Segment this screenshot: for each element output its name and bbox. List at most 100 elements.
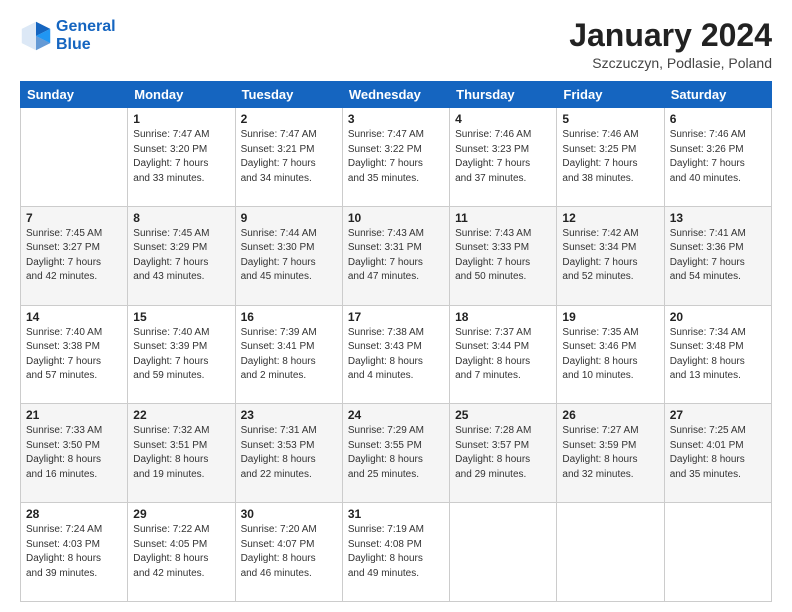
day-number: 29 <box>133 507 229 521</box>
calendar-cell: 20 Sunrise: 7:34 AM Sunset: 3:48 PM Dayli… <box>664 305 771 404</box>
day-number: 9 <box>241 211 337 225</box>
day-number: 19 <box>562 310 658 324</box>
week-row-4: 28Sunrise: 7:24 AM Sunset: 4:03 PM Dayli… <box>21 503 772 602</box>
calendar-cell: 7Sunrise: 7:45 AM Sunset: 3:27 PM Daylig… <box>21 206 128 305</box>
day-info: Sunrise: 7:43 AM Sunset: 3:33 PM Dayligh… <box>455 227 551 285</box>
calendar-cell: 3 Sunrise: 7:47 AM Sunset: 3:22 PM Daylig… <box>342 108 449 207</box>
day-info: Sunrise: 7:40 AM Sunset: 3:39 PM Dayligh… <box>133 326 229 384</box>
day-number: 25 <box>455 408 551 422</box>
week-row-3: 21 Sunrise: 7:33 AM Sunset: 3:50 PM Dayli… <box>21 404 772 503</box>
calendar-cell: 27Sunrise: 7:25 AM Sunset: 4:01 PM Dayli… <box>664 404 771 503</box>
day-info: Sunrise: 7:19 AM Sunset: 4:08 PM Dayligh… <box>348 523 444 581</box>
day-info: Sunrise: 7:43 AM Sunset: 3:31 PM Dayligh… <box>348 227 444 285</box>
week-row-2: 14Sunrise: 7:40 AM Sunset: 3:38 PM Dayli… <box>21 305 772 404</box>
day-info: Sunrise: 7:31 AM Sunset: 3:53 PM Dayligh… <box>241 424 337 482</box>
calendar-cell: 28Sunrise: 7:24 AM Sunset: 4:03 PM Dayli… <box>21 503 128 602</box>
calendar-cell: 9 Sunrise: 7:44 AM Sunset: 3:30 PM Daylig… <box>235 206 342 305</box>
day-number: 30 <box>241 507 337 521</box>
title-area: January 2024 Szczuczyn, Podlasie, Poland <box>569 18 772 71</box>
day-number: 13 <box>670 211 766 225</box>
calendar-cell: 10 Sunrise: 7:43 AM Sunset: 3:31 PM Dayli… <box>342 206 449 305</box>
day-info: Sunrise: 7:25 AM Sunset: 4:01 PM Dayligh… <box>670 424 766 482</box>
weekday-header-row: SundayMondayTuesdayWednesdayThursdayFrid… <box>21 82 772 108</box>
day-info: Sunrise: 7:45 AM Sunset: 3:29 PM Dayligh… <box>133 227 229 285</box>
day-info: Sunrise: 7:46 AM Sunset: 3:23 PM Dayligh… <box>455 128 551 186</box>
calendar-cell: 14Sunrise: 7:40 AM Sunset: 3:38 PM Dayli… <box>21 305 128 404</box>
calendar-cell: 23Sunrise: 7:31 AM Sunset: 3:53 PM Dayli… <box>235 404 342 503</box>
day-info: Sunrise: 7:40 AM Sunset: 3:38 PM Dayligh… <box>26 326 122 384</box>
week-row-1: 7Sunrise: 7:45 AM Sunset: 3:27 PM Daylig… <box>21 206 772 305</box>
calendar-cell <box>557 503 664 602</box>
weekday-header-sunday: Sunday <box>21 82 128 108</box>
day-info: Sunrise: 7:46 AM Sunset: 3:25 PM Dayligh… <box>562 128 658 186</box>
day-number: 26 <box>562 408 658 422</box>
calendar-cell: 25 Sunrise: 7:28 AM Sunset: 3:57 PM Dayli… <box>450 404 557 503</box>
calendar-cell: 18 Sunrise: 7:37 AM Sunset: 3:44 PM Dayli… <box>450 305 557 404</box>
day-number: 20 <box>670 310 766 324</box>
calendar-cell <box>21 108 128 207</box>
day-info: Sunrise: 7:41 AM Sunset: 3:36 PM Dayligh… <box>670 227 766 285</box>
calendar-title: January 2024 <box>569 18 772 53</box>
day-info: Sunrise: 7:22 AM Sunset: 4:05 PM Dayligh… <box>133 523 229 581</box>
calendar-table: SundayMondayTuesdayWednesdayThursdayFrid… <box>20 81 772 602</box>
day-number: 17 <box>348 310 444 324</box>
day-info: Sunrise: 7:32 AM Sunset: 3:51 PM Dayligh… <box>133 424 229 482</box>
day-number: 22 <box>133 408 229 422</box>
calendar-cell: 12 Sunrise: 7:42 AM Sunset: 3:34 PM Dayli… <box>557 206 664 305</box>
day-info: Sunrise: 7:27 AM Sunset: 3:59 PM Dayligh… <box>562 424 658 482</box>
day-number: 4 <box>455 112 551 126</box>
calendar-cell: 2 Sunrise: 7:47 AM Sunset: 3:21 PM Daylig… <box>235 108 342 207</box>
day-number: 11 <box>455 211 551 225</box>
header: General Blue January 2024 Szczuczyn, Pod… <box>20 18 772 71</box>
day-number: 31 <box>348 507 444 521</box>
calendar-cell: 26 Sunrise: 7:27 AM Sunset: 3:59 PM Dayli… <box>557 404 664 503</box>
day-number: 7 <box>26 211 122 225</box>
day-info: Sunrise: 7:46 AM Sunset: 3:26 PM Dayligh… <box>670 128 766 186</box>
day-number: 6 <box>670 112 766 126</box>
day-info: Sunrise: 7:47 AM Sunset: 3:20 PM Dayligh… <box>133 128 229 186</box>
calendar-cell: 19 Sunrise: 7:35 AM Sunset: 3:46 PM Dayli… <box>557 305 664 404</box>
calendar-cell: 5 Sunrise: 7:46 AM Sunset: 3:25 PM Daylig… <box>557 108 664 207</box>
day-info: Sunrise: 7:47 AM Sunset: 3:22 PM Dayligh… <box>348 128 444 186</box>
calendar-cell: 13 Sunrise: 7:41 AM Sunset: 3:36 PM Dayli… <box>664 206 771 305</box>
day-info: Sunrise: 7:33 AM Sunset: 3:50 PM Dayligh… <box>26 424 122 482</box>
day-info: Sunrise: 7:35 AM Sunset: 3:46 PM Dayligh… <box>562 326 658 384</box>
weekday-header-thursday: Thursday <box>450 82 557 108</box>
day-info: Sunrise: 7:29 AM Sunset: 3:55 PM Dayligh… <box>348 424 444 482</box>
calendar-cell <box>450 503 557 602</box>
day-number: 10 <box>348 211 444 225</box>
day-info: Sunrise: 7:44 AM Sunset: 3:30 PM Dayligh… <box>241 227 337 285</box>
day-info: Sunrise: 7:47 AM Sunset: 3:21 PM Dayligh… <box>241 128 337 186</box>
calendar-cell: 15 Sunrise: 7:40 AM Sunset: 3:39 PM Dayli… <box>128 305 235 404</box>
day-number: 2 <box>241 112 337 126</box>
logo-text: General Blue <box>56 18 116 54</box>
day-number: 8 <box>133 211 229 225</box>
logo: General Blue <box>20 18 116 54</box>
day-info: Sunrise: 7:42 AM Sunset: 3:34 PM Dayligh… <box>562 227 658 285</box>
day-number: 21 <box>26 408 122 422</box>
weekday-header-monday: Monday <box>128 82 235 108</box>
day-number: 16 <box>241 310 337 324</box>
day-number: 15 <box>133 310 229 324</box>
calendar-cell: 16 Sunrise: 7:39 AM Sunset: 3:41 PM Dayli… <box>235 305 342 404</box>
calendar-cell: 4 Sunrise: 7:46 AM Sunset: 3:23 PM Daylig… <box>450 108 557 207</box>
day-info: Sunrise: 7:20 AM Sunset: 4:07 PM Dayligh… <box>241 523 337 581</box>
day-number: 12 <box>562 211 658 225</box>
day-info: Sunrise: 7:24 AM Sunset: 4:03 PM Dayligh… <box>26 523 122 581</box>
day-number: 5 <box>562 112 658 126</box>
calendar-cell: 24Sunrise: 7:29 AM Sunset: 3:55 PM Dayli… <box>342 404 449 503</box>
day-info: Sunrise: 7:37 AM Sunset: 3:44 PM Dayligh… <box>455 326 551 384</box>
week-row-0: 1 Sunrise: 7:47 AM Sunset: 3:20 PM Daylig… <box>21 108 772 207</box>
day-info: Sunrise: 7:39 AM Sunset: 3:41 PM Dayligh… <box>241 326 337 384</box>
day-number: 1 <box>133 112 229 126</box>
day-number: 3 <box>348 112 444 126</box>
weekday-header-tuesday: Tuesday <box>235 82 342 108</box>
calendar-cell <box>664 503 771 602</box>
calendar-cell: 17Sunrise: 7:38 AM Sunset: 3:43 PM Dayli… <box>342 305 449 404</box>
day-info: Sunrise: 7:28 AM Sunset: 3:57 PM Dayligh… <box>455 424 551 482</box>
calendar-subtitle: Szczuczyn, Podlasie, Poland <box>569 55 772 71</box>
weekday-header-saturday: Saturday <box>664 82 771 108</box>
day-number: 18 <box>455 310 551 324</box>
calendar-cell: 30 Sunrise: 7:20 AM Sunset: 4:07 PM Dayli… <box>235 503 342 602</box>
day-info: Sunrise: 7:34 AM Sunset: 3:48 PM Dayligh… <box>670 326 766 384</box>
